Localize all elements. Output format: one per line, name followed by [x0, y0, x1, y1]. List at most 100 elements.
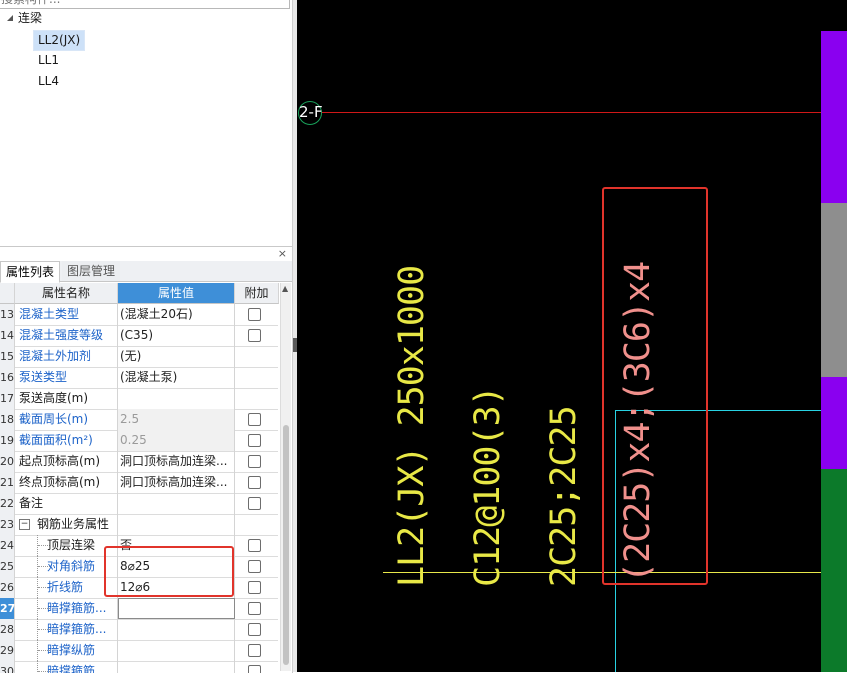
row-number: 17: [0, 388, 15, 409]
tab-layer-manager[interactable]: 图层管理: [62, 261, 121, 281]
row-number: 26: [0, 577, 15, 598]
property-extra: [235, 640, 278, 661]
tab-strip: 属性列表 图层管理: [0, 261, 292, 283]
property-value[interactable]: [118, 640, 235, 661]
property-name-text: 钢筋业务属性: [37, 517, 110, 531]
tree-item-ll1[interactable]: LL1: [34, 51, 63, 70]
property-row[interactable]: 27 暗撑箍筋...: [0, 598, 278, 620]
row-number: 29: [0, 640, 15, 661]
property-extra: [235, 661, 278, 673]
extra-checkbox[interactable]: [248, 644, 261, 657]
property-name-text: 截面周长(m): [19, 412, 89, 426]
extra-checkbox[interactable]: [248, 476, 261, 489]
property-name: 暗撑箍筋...: [15, 619, 118, 640]
extra-checkbox[interactable]: [248, 623, 261, 636]
extra-checkbox[interactable]: [248, 329, 261, 342]
extra-checkbox[interactable]: [248, 455, 261, 468]
property-name: 混凝土外加剂: [15, 346, 118, 367]
property-value[interactable]: 洞口顶标高加连梁...: [118, 451, 235, 472]
tree-item-ll2jx[interactable]: LL2(JX): [33, 30, 86, 51]
longitudinal-rebar-annotation[interactable]: 2C25;2C25: [544, 406, 584, 587]
property-row[interactable]: 19 截面面积(m²) 0.25: [0, 430, 278, 452]
column-segment-purple-2[interactable]: [821, 377, 847, 469]
property-name-text: 备注: [19, 496, 44, 510]
column-segment-purple[interactable]: [821, 31, 847, 203]
stirrup-annotation[interactable]: C12@100(3): [468, 386, 508, 587]
highlight-box-rebar-rows: [104, 546, 234, 597]
property-row[interactable]: 18 截面周长(m) 2.5: [0, 409, 278, 431]
property-row[interactable]: 13 混凝土类型 (混凝土20石): [0, 304, 278, 326]
collapse-icon[interactable]: −: [19, 519, 30, 530]
property-value[interactable]: (混凝土20石): [118, 304, 235, 325]
property-extra: [235, 556, 278, 577]
property-name: 备注: [15, 493, 118, 514]
property-row[interactable]: 14 混凝土强度等级 (C35): [0, 325, 278, 347]
property-name-text: 暗撑箍筋...: [47, 601, 107, 615]
property-value[interactable]: (混凝土泵): [118, 367, 235, 388]
property-value[interactable]: 洞口顶标高加连梁...: [118, 472, 235, 493]
property-value[interactable]: [118, 514, 235, 535]
component-tree-panel: 连梁 LL2(JX) LL1 LL4: [0, 0, 293, 242]
property-row[interactable]: 23− 钢筋业务属性: [0, 514, 278, 536]
property-name: 暗撑箍筋...: [15, 598, 118, 619]
tree-item-ll4[interactable]: LL4: [34, 72, 63, 91]
property-name: 混凝土类型: [15, 304, 118, 325]
axis-label: 2-F: [299, 103, 323, 121]
property-name-text: 折线筋: [47, 580, 84, 594]
search-input[interactable]: [0, 0, 261, 6]
property-row[interactable]: 21 终点顶标高(m) 洞口顶标高加连梁...: [0, 472, 278, 494]
row-number: 30: [0, 661, 15, 673]
property-extra: [235, 514, 278, 535]
property-row[interactable]: 28 暗撑箍筋...: [0, 619, 278, 641]
property-row[interactable]: 22 备注: [0, 493, 278, 515]
tree-root-node[interactable]: 连梁: [14, 9, 46, 28]
property-value[interactable]: [118, 619, 235, 640]
highlight-box-diagonal: [602, 187, 708, 585]
property-value[interactable]: [118, 598, 235, 619]
column-segment-grey[interactable]: [821, 203, 847, 377]
search-box[interactable]: [0, 0, 290, 9]
row-number: 21: [0, 472, 15, 493]
property-row[interactable]: 29 暗撑纵筋: [0, 640, 278, 662]
scrollbar-thumb[interactable]: [283, 425, 289, 665]
row-number: 15: [0, 346, 15, 367]
property-name: 折线筋: [15, 577, 118, 598]
property-value[interactable]: [118, 493, 235, 514]
scroll-up-icon[interactable]: ▲: [282, 284, 288, 293]
extra-checkbox[interactable]: [248, 308, 261, 321]
property-row[interactable]: 16 泵送类型 (混凝土泵): [0, 367, 278, 389]
extra-checkbox[interactable]: [248, 434, 261, 447]
property-name: 暗撑箍筋: [15, 661, 118, 673]
extra-checkbox[interactable]: [248, 581, 261, 594]
property-name-text: 顶层连梁: [47, 538, 96, 552]
property-value[interactable]: (C35): [118, 325, 235, 346]
property-value[interactable]: 2.5: [118, 409, 235, 430]
property-row[interactable]: 30 暗撑箍筋: [0, 661, 278, 673]
column-segment-green[interactable]: [821, 469, 847, 672]
property-name-text: 泵送类型: [19, 370, 68, 384]
property-row[interactable]: 20 起点顶标高(m) 洞口顶标高加连梁...: [0, 451, 278, 473]
property-value[interactable]: (无): [118, 346, 235, 367]
property-value[interactable]: [118, 661, 235, 673]
property-row[interactable]: 15 混凝土外加剂 (无): [0, 346, 278, 368]
property-name-text: 暗撑箍筋...: [47, 622, 107, 636]
property-value[interactable]: [118, 388, 235, 409]
close-icon[interactable]: ×: [278, 248, 287, 260]
extra-checkbox[interactable]: [248, 560, 261, 573]
extra-checkbox[interactable]: [248, 413, 261, 426]
column-strip[interactable]: [821, 31, 847, 672]
row-number: 24: [0, 535, 15, 556]
tab-property-list[interactable]: 属性列表: [0, 261, 61, 283]
property-extra: [235, 619, 278, 640]
property-row[interactable]: 17 泵送高度(m): [0, 388, 278, 410]
extra-checkbox[interactable]: [248, 539, 261, 552]
cad-drawing-canvas[interactable]: 2-F LL2(JX) 250x1000 C12@100(3) 2C25;2C2…: [297, 0, 847, 672]
extra-checkbox[interactable]: [248, 497, 261, 510]
property-name: 泵送高度(m): [15, 388, 118, 409]
beam-name-annotation[interactable]: LL2(JX) 250x1000: [392, 266, 432, 587]
property-name: − 钢筋业务属性: [15, 514, 118, 535]
extra-checkbox[interactable]: [248, 602, 261, 615]
property-value[interactable]: 0.25: [118, 430, 235, 451]
tree-expand-icon[interactable]: [6, 14, 14, 22]
grid-scrollbar[interactable]: ▲: [280, 283, 291, 671]
